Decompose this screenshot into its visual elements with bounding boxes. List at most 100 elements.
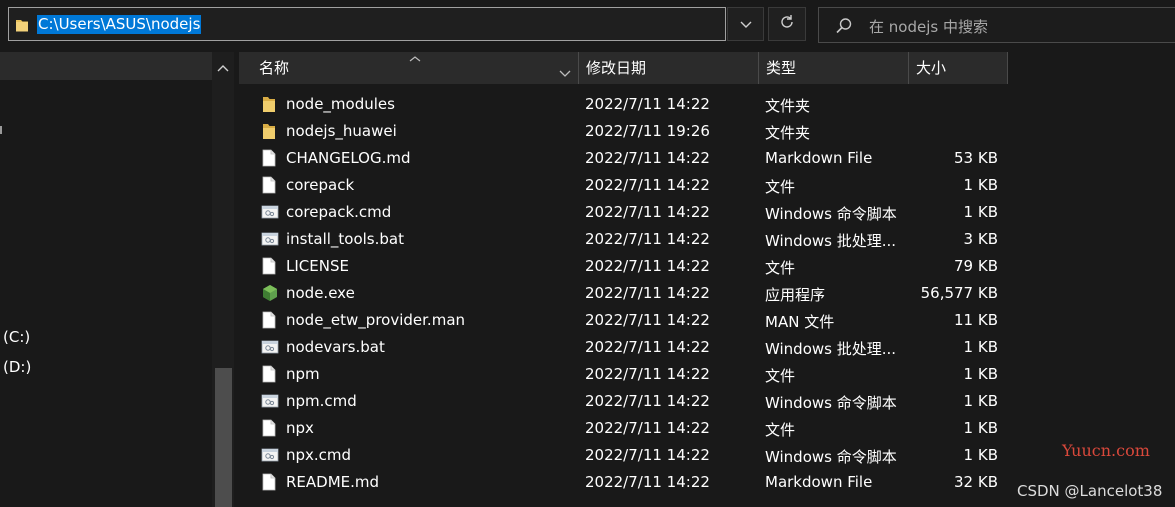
file-row[interactable]: npx.cmd 2022/7/11 14:22 Windows 命令脚本 1 KB — [239, 442, 1008, 469]
file-name: nodejs_huawei — [286, 122, 397, 140]
address-path[interactable]: C:\Users\ASUS\nodejs — [37, 15, 202, 34]
nav-item-drive-d[interactable]: (D:) — [3, 358, 31, 376]
folder-icon — [261, 122, 279, 140]
column-filter-chevron-icon[interactable] — [559, 64, 571, 82]
file-size: 1 KB — [963, 446, 998, 464]
file-row[interactable]: node_etw_provider.man 2022/7/11 14:22 MAN … — [239, 307, 1008, 334]
nav-indicator — [0, 126, 2, 134]
search-box[interactable]: 在 nodejs 中搜索 — [818, 7, 1175, 43]
column-separator[interactable] — [1007, 52, 1008, 84]
file-row[interactable]: nodevars.bat 2022/7/11 14:22 Windows 批处理..… — [239, 334, 1008, 361]
script-icon — [261, 230, 279, 248]
file-date: 2022/7/11 14:22 — [585, 95, 710, 113]
file-type: 文件 — [765, 259, 796, 277]
file-size: 56,577 KB — [920, 284, 998, 302]
file-row[interactable]: install_tools.bat 2022/7/11 14:22 Windows … — [239, 226, 1008, 253]
file-date: 2022/7/11 14:22 — [585, 176, 710, 194]
column-name-label: 名称 — [259, 59, 290, 77]
file-type: Windows 命令脚本 — [765, 394, 897, 412]
file-row[interactable]: npm.cmd 2022/7/11 14:22 Windows 命令脚本 1 KB — [239, 388, 1008, 415]
file-row[interactable]: LICENSE 2022/7/11 14:22 文件 79 KB — [239, 253, 1008, 280]
file-row[interactable]: corepack.cmd 2022/7/11 14:22 Windows 命令脚本 1… — [239, 199, 1008, 226]
folder-icon — [261, 95, 279, 113]
column-type-label: 类型 — [766, 59, 797, 77]
file-row[interactable]: nodejs_huawei 2022/7/11 19:26 文件夹 — [239, 118, 1008, 145]
file-icon — [261, 473, 279, 491]
file-date: 2022/7/11 14:22 — [585, 338, 710, 356]
file-name: node_etw_provider.man — [286, 311, 466, 329]
column-size[interactable]: 大小 — [908, 52, 1008, 84]
file-size: 1 KB — [963, 203, 998, 221]
file-row[interactable]: node.exe 2022/7/11 14:22 应用程序 56,577 KB — [239, 280, 1008, 307]
file-name: node_modules — [286, 95, 395, 113]
file-icon — [261, 176, 279, 194]
file-name: npx — [286, 419, 314, 437]
file-date: 2022/7/11 14:22 — [585, 365, 710, 383]
file-row[interactable]: npx 2022/7/11 14:22 文件 1 KB — [239, 415, 1008, 442]
file-type: 文件夹 — [765, 97, 811, 115]
file-date: 2022/7/11 14:22 — [585, 284, 710, 302]
nav-scrollbar[interactable] — [212, 52, 234, 507]
file-name: README.md — [286, 473, 380, 491]
file-icon — [261, 149, 279, 167]
file-size: 11 KB — [954, 311, 998, 329]
file-icon — [261, 257, 279, 275]
address-history-button[interactable] — [727, 7, 764, 41]
file-name: LICENSE — [286, 257, 349, 275]
file-icon — [261, 419, 279, 437]
file-row[interactable]: README.md 2022/7/11 14:22 Markdown File 32 … — [239, 469, 1008, 496]
refresh-button[interactable] — [768, 7, 806, 41]
scroll-thumb[interactable] — [215, 368, 232, 507]
file-size: 32 KB — [954, 473, 998, 491]
address-bar[interactable]: C:\Users\ASUS\nodejs — [8, 7, 726, 41]
chevron-down-icon — [740, 15, 752, 33]
file-date: 2022/7/11 14:22 — [585, 149, 710, 167]
file-row[interactable]: node_modules 2022/7/11 14:22 文件夹 — [239, 91, 1008, 118]
column-date-label: 修改日期 — [586, 59, 647, 77]
nav-item-drive-c[interactable]: (C:) — [3, 328, 30, 346]
file-size: 79 KB — [954, 257, 998, 275]
file-type: Windows 批处理... — [765, 340, 897, 358]
file-type: Windows 命令脚本 — [765, 448, 897, 466]
file-name: nodevars.bat — [286, 338, 385, 356]
file-date: 2022/7/11 14:22 — [585, 446, 710, 464]
file-type: Markdown File — [765, 149, 873, 167]
navigation-pane[interactable]: (C:) (D:) — [0, 52, 236, 507]
file-type: 应用程序 — [765, 286, 826, 304]
file-type: Markdown File — [765, 473, 873, 491]
file-name: install_tools.bat — [286, 230, 404, 248]
refresh-icon — [779, 14, 795, 34]
script-icon — [261, 392, 279, 410]
file-row[interactable]: npm 2022/7/11 14:22 文件 1 KB — [239, 361, 1008, 388]
nav-selected-item[interactable] — [0, 52, 212, 80]
file-icon — [261, 365, 279, 383]
file-name: CHANGELOG.md — [286, 149, 411, 167]
node-exe-icon — [261, 284, 279, 302]
file-name: npm — [286, 365, 320, 383]
file-size: 53 KB — [954, 149, 998, 167]
file-date: 2022/7/11 19:26 — [585, 122, 710, 140]
column-date[interactable]: 修改日期 — [578, 52, 758, 84]
file-date: 2022/7/11 14:22 — [585, 419, 710, 437]
file-name: npx.cmd — [286, 446, 352, 464]
folder-icon — [15, 17, 29, 37]
file-date: 2022/7/11 14:22 — [585, 392, 710, 410]
sort-ascending-icon — [409, 49, 421, 67]
file-date: 2022/7/11 14:22 — [585, 203, 710, 221]
site-watermark: Yuucn.com — [1062, 441, 1150, 460]
file-type: 文件 — [765, 178, 796, 196]
file-type: 文件 — [765, 421, 796, 439]
script-icon — [261, 338, 279, 356]
column-type[interactable]: 类型 — [758, 52, 908, 84]
file-type: MAN 文件 — [765, 313, 835, 331]
file-date: 2022/7/11 14:22 — [585, 473, 710, 491]
script-icon — [261, 446, 279, 464]
file-row[interactable]: CHANGELOG.md 2022/7/11 14:22 Markdown File… — [239, 145, 1008, 172]
file-name: corepack.cmd — [286, 203, 392, 221]
file-size: 1 KB — [963, 338, 998, 356]
scroll-up-icon[interactable] — [217, 58, 229, 76]
file-row[interactable]: corepack 2022/7/11 14:22 文件 1 KB — [239, 172, 1008, 199]
file-size: 1 KB — [963, 176, 998, 194]
column-header: 名称 修改日期 类型 大小 — [239, 52, 1008, 84]
file-size: 3 KB — [963, 230, 998, 248]
